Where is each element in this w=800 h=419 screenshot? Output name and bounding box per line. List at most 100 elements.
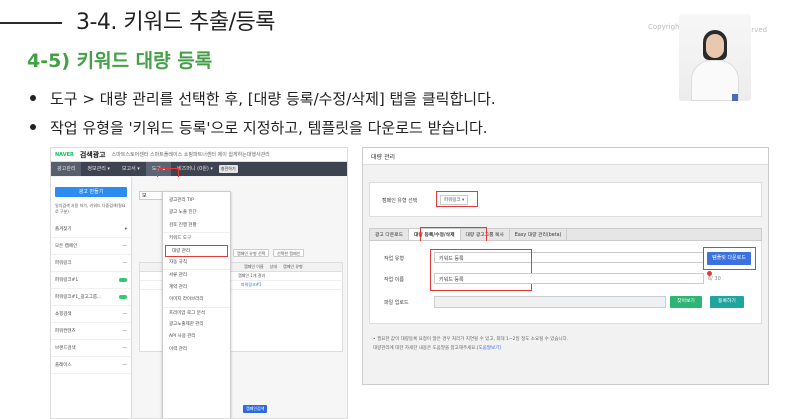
expand-icon[interactable]: ▾ xyxy=(125,227,127,232)
bullet-2: 작업 유형을 '키워드 등록'으로 지정하고, 템플릿을 다운로드 받습니다. xyxy=(30,117,488,138)
page-title: 3-4. 키워드 추출/등록 xyxy=(76,10,276,35)
sidebar-item-powercontents[interactable]: 파워컨텐츠 — xyxy=(51,323,131,340)
bullet-1-text: 도구 > 대량 관리를 선택한 후, [대량 등록/수정/삭제] 탭을 클릭합니… xyxy=(50,90,496,108)
bulk-register-form: 작업 유형 키워드 등록 작업 이름 키워드 등록 6/ 30 파일 업로드 찾… xyxy=(369,241,762,324)
sidebar-item-brand[interactable]: 브랜드검색 — xyxy=(51,340,131,357)
sidebar-item-place[interactable]: 플레이스 — xyxy=(51,357,131,374)
top-links[interactable]: 스마트스토어센터 스마트플레이스 쇼핑파트너센터 제이 쉽게하는대행사관리 xyxy=(112,151,270,158)
bullet-2-text: 작업 유형을 '키워드 등록'으로 지정하고, 템플릿을 다운로드 받습니다. xyxy=(50,119,488,137)
bullet-1: 도구 > 대량 관리를 선택한 후, [대량 등록/수정/삭제] 탭을 클릭합니… xyxy=(30,88,496,109)
bullet-dot-icon xyxy=(30,123,36,130)
sidebar-item-label: 파워링크#1 xyxy=(55,278,79,283)
sidebar-item-label: 플레이스 xyxy=(55,363,72,368)
create-ad-button[interactable]: 광고 만들기 xyxy=(55,187,127,197)
main-nav: 광고관리 정보관리 ▾ 보고서 ▾ 도구 ▴ 비즈머니 (0원) ▾ 충전하기 xyxy=(51,162,347,176)
menu-item-contracts[interactable]: 계약 관리 xyxy=(163,282,230,294)
collapse-icon[interactable]: — xyxy=(123,363,128,368)
campaign-type-label: 캠페인 유형 선택 xyxy=(382,198,418,204)
file-path-input[interactable] xyxy=(434,296,666,308)
job-name-value: 키워드 등록 xyxy=(439,277,464,283)
browse-button[interactable]: 찾아보기 xyxy=(670,296,702,308)
menu-item-api[interactable]: API 사용 관리 xyxy=(163,331,230,343)
copyright-text: Copyrigh xyxy=(648,23,680,31)
brand-title[interactable]: 검색광고 xyxy=(80,150,106,160)
sidebar: 광고 만들기 일치검색 사용 허가, 키워드 다중검색(필요로 구분) 즐겨찾기… xyxy=(51,177,132,418)
menu-item-review-status[interactable]: 검토 진행 현황 xyxy=(163,220,230,232)
tab-ad-download[interactable]: 광고 다운로드 xyxy=(370,229,410,240)
file-upload-label: 파일 업로드 xyxy=(384,300,409,306)
menu-item-ad-tips[interactable]: 광고관리 TIP xyxy=(163,195,230,207)
campaign-type-filter[interactable]: 캠페인 유형 선택 xyxy=(233,249,270,257)
charge-badge[interactable]: 충전하기 xyxy=(218,165,238,173)
menu-item-image-library[interactable]: 이미지 라이브러리 xyxy=(163,294,230,306)
collapse-icon[interactable]: — xyxy=(123,244,128,249)
campaign-type-panel: 캠페인 유형 선택 파워링크 ▾ xyxy=(369,182,762,217)
menu-item-keyword-tool[interactable]: 키워드 도구 xyxy=(163,232,230,244)
naver-ads-screenshot: NAVER 검색광고 스마트스토어센터 스마트플레이스 쇼핑파트너센터 제이 쉽… xyxy=(50,147,348,419)
collapse-icon[interactable]: — xyxy=(123,346,128,351)
search-input[interactable]: 모 xyxy=(139,191,163,200)
nav-info-management[interactable]: 정보관리 ▾ xyxy=(81,162,116,176)
top-bar: NAVER 검색광고 스마트스토어센터 스마트플레이스 쇼핑파트너센터 제이 쉽… xyxy=(51,148,347,162)
sidebar-item-powerlink-group[interactable]: 파워링크#1_광고그룹... xyxy=(51,289,131,306)
selected-campaign-filter[interactable]: 선택한 캠페인 xyxy=(273,249,305,257)
menu-item-premium-log[interactable]: 프리미엄 로그 분석 xyxy=(163,306,230,319)
sidebar-item-label: 즐겨찾기 xyxy=(55,227,72,232)
nav-ad-management[interactable]: 광고관리 xyxy=(51,162,82,176)
active-tab-highlight xyxy=(420,227,487,242)
column-header[interactable]: 캠페인 이름 xyxy=(241,264,267,270)
menu-item-documents[interactable]: 서류 관리 xyxy=(163,269,230,281)
sidebar-item-powerlink[interactable]: 파워링크 — xyxy=(51,255,131,272)
sidebar-item-label: 브랜드검색 xyxy=(55,346,76,351)
help-link[interactable]: [도움말보기] xyxy=(477,346,501,351)
sidebar-item-all-campaigns[interactable]: 모든 캠페인 — xyxy=(51,238,131,255)
result-count: 캠페인 1개 결과 xyxy=(238,273,266,278)
tab-easy-bulk[interactable]: Easy 대량 관리(beta) xyxy=(510,229,568,240)
column-header[interactable]: 상태 xyxy=(267,264,280,270)
collapse-icon[interactable]: — xyxy=(123,261,128,266)
template-download-highlight xyxy=(703,247,756,270)
column-header[interactable]: 캠페인 유형 xyxy=(280,264,306,270)
sidebar-item-label: 모든 캠페인 xyxy=(55,244,78,249)
sidebar-item-label: 파워링크#1_광고그룹... xyxy=(55,295,102,300)
tools-dropdown: 광고관리 TIP 광고 노출 진단 검토 진행 현황 키워드 도구 대량 관리 … xyxy=(162,191,231,418)
sidebar-item-powerlink-1[interactable]: 파워링크#1 xyxy=(51,272,131,289)
presenter-webcam xyxy=(679,14,751,101)
title-rule xyxy=(0,22,62,24)
menu-item-ad-diagnosis[interactable]: 광고 노출 진단 xyxy=(163,207,230,219)
slide: 3-4. 키워드 추출/등록 Copyrigh erved 4-5) 키워드 대… xyxy=(0,0,800,419)
bullet-dot-icon xyxy=(30,94,36,101)
campaign-search-button[interactable]: 캠페인검색 xyxy=(243,405,268,413)
menu-item-auto-rules[interactable]: 자동 규칙 xyxy=(163,257,230,269)
sidebar-item-favorites[interactable]: 즐겨찾기 ▾ xyxy=(51,221,131,238)
job-name-counter: 6/ 30 xyxy=(708,276,721,282)
job-name-label: 작업 이름 xyxy=(384,277,404,283)
sidebar-item-shopping[interactable]: 쇼핑검색 — xyxy=(51,306,131,323)
job-name-input[interactable]: 키워드 등록 xyxy=(434,273,704,284)
status-toggle[interactable] xyxy=(119,295,127,299)
sidebar-checkbox-label[interactable]: 일치검색 사용 허가, 키워드 다중검색(필요로 구분) xyxy=(55,203,127,215)
microphone-icon xyxy=(732,94,738,101)
naver-logo[interactable]: NAVER xyxy=(55,152,74,158)
bulk-management-title: 대량 관리 xyxy=(363,148,768,165)
sidebar-item-label: 파워링크 xyxy=(55,261,72,266)
notice-line-2-text: 대량관리에 대한 자세한 내용은 도움말을 참고해주세요. xyxy=(373,346,477,351)
menu-item-exposure-limit[interactable]: 광고노출제한 관리 xyxy=(163,319,230,331)
status-toggle[interactable] xyxy=(119,278,127,282)
mouse-cursor-icon xyxy=(707,271,712,276)
sidebar-item-label: 쇼핑검색 xyxy=(55,312,72,317)
notice-line-1: • 필요한 값이 대량등록 요청이 많은 경우 처리가 지연될 수 있고, 최대… xyxy=(373,337,569,342)
campaign-link[interactable]: 파워링크#1 xyxy=(241,282,262,288)
search-input-text: 모 xyxy=(142,193,147,199)
notice-line-2: 대량관리에 대한 자세한 내용은 도움말을 참고해주세요.[도움말보기] xyxy=(373,345,501,351)
collapse-icon[interactable]: — xyxy=(123,329,128,334)
menu-item-bulk-management[interactable]: 대량 관리 xyxy=(165,244,228,257)
collapse-icon[interactable]: — xyxy=(123,312,128,317)
menu-item-history[interactable]: 이력 관리 xyxy=(163,344,230,356)
sidebar-item-label: 파워컨텐츠 xyxy=(55,329,76,334)
section-subtitle: 4-5) 키워드 대량 등록 xyxy=(27,50,213,72)
bulk-management-screenshot: 대량 관리 캠페인 유형 선택 파워링크 ▾ 광고 다운로드 대량 등록/수정/… xyxy=(362,147,769,385)
register-button[interactable]: 등록하기 xyxy=(710,296,744,308)
nav-reports[interactable]: 보고서 ▾ xyxy=(116,162,146,176)
work-type-highlight xyxy=(430,249,532,291)
